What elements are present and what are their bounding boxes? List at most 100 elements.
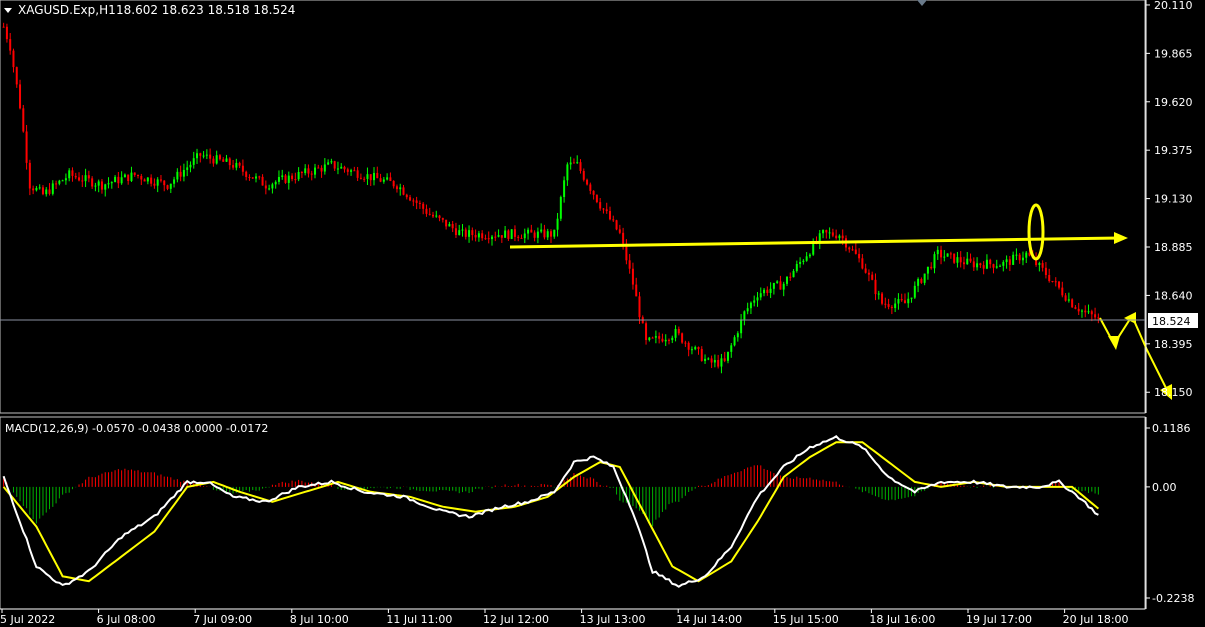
candle-body — [491, 236, 494, 240]
candle-body — [418, 202, 421, 204]
candle-body — [553, 229, 556, 237]
candle-body — [831, 232, 834, 236]
candle-body — [41, 187, 44, 195]
candle-body — [897, 299, 900, 304]
candle-body — [284, 175, 287, 183]
candle-body — [618, 229, 621, 233]
candle-body — [61, 180, 64, 182]
candle-body — [861, 258, 864, 269]
candle-body — [979, 263, 982, 266]
candle-body — [746, 308, 749, 312]
candle-body — [838, 235, 841, 239]
candle-body — [913, 285, 916, 298]
candle-body — [323, 164, 326, 172]
price-tick-label: 19.130 — [1154, 193, 1193, 206]
candle-body — [91, 178, 94, 187]
candle-body — [28, 162, 31, 189]
candle-body — [71, 170, 74, 176]
time-tick-label: 13 Jul 13:00 — [580, 613, 646, 626]
candle-body — [307, 168, 310, 174]
candle-body — [658, 336, 661, 339]
candle-body — [117, 176, 120, 184]
candle-body — [97, 181, 100, 186]
candle-body — [1071, 299, 1074, 308]
time-tick-label: 6 Jul 08:00 — [97, 613, 156, 626]
candle-body — [1005, 259, 1008, 263]
candle-body — [68, 170, 71, 179]
candle-body — [74, 175, 77, 178]
candle-body — [38, 187, 41, 189]
candle-body — [726, 351, 729, 361]
candle — [559, 195, 562, 222]
candle-body — [143, 179, 146, 182]
candle-body — [962, 262, 965, 265]
candle-body — [894, 303, 897, 309]
candle-body — [12, 50, 15, 68]
candle-body — [274, 181, 277, 185]
candle-body — [638, 296, 641, 318]
candle-body — [740, 319, 743, 334]
candle-body — [454, 228, 457, 235]
candle-body — [58, 180, 61, 184]
chart-canvas[interactable]: 20.110 19.865 19.620 19.375 19.130 18.885 18.6… — [0, 0, 1205, 627]
candle-body — [723, 358, 726, 361]
candle-body — [999, 265, 1002, 267]
candle-body — [825, 230, 828, 233]
candle-body — [373, 172, 376, 181]
candle-body — [930, 266, 933, 269]
price-tick-label: 18.150 — [1154, 386, 1193, 399]
macd-tick-label: -0.2238 — [1152, 592, 1194, 605]
candle-body — [19, 84, 22, 109]
candle-body — [209, 154, 212, 159]
candle-body — [468, 230, 471, 237]
candle-body — [294, 179, 297, 181]
candle-body — [1051, 281, 1054, 283]
candle-body — [936, 249, 939, 255]
macd-tick-label: 0.1186 — [1152, 422, 1191, 435]
candle-body — [64, 178, 67, 181]
candle-body — [78, 177, 81, 181]
candle-body — [776, 281, 779, 284]
candle-body — [504, 230, 507, 238]
candle-body — [736, 333, 739, 338]
time-tick-label: 18 Jul 16:00 — [869, 613, 935, 626]
time-tick-label: 12 Jul 12:00 — [483, 613, 549, 626]
candle-body — [664, 339, 667, 342]
candle-body — [1064, 295, 1067, 301]
candle-body — [461, 229, 464, 231]
candle-body — [133, 172, 136, 175]
candle-body — [615, 220, 618, 230]
candle-body — [543, 229, 546, 238]
candle — [953, 253, 956, 264]
time-tick-label: 14 Jul 14:00 — [676, 613, 742, 626]
candle-body — [1067, 299, 1070, 301]
candle-body — [110, 182, 113, 184]
price-tick-label: 18.395 — [1154, 338, 1193, 351]
candle-body — [835, 235, 838, 239]
candle-body — [366, 174, 369, 179]
candle — [510, 229, 513, 240]
candle-body — [648, 337, 651, 341]
candle-body — [222, 159, 225, 162]
candle-body — [235, 162, 238, 168]
candle-body — [32, 188, 35, 191]
candle-body — [137, 174, 140, 176]
candle-body — [264, 185, 267, 189]
candle-body — [392, 180, 395, 187]
candle-body — [48, 189, 51, 194]
candle-body — [697, 347, 700, 350]
candle-body — [327, 162, 330, 165]
candle-body — [336, 168, 339, 170]
candle-body — [343, 166, 346, 170]
time-tick-label: 11 Jul 11:00 — [386, 613, 452, 626]
candle-body — [81, 180, 84, 182]
candle-body — [946, 253, 949, 257]
candle-body — [1074, 307, 1077, 309]
macd-tick-label: 0.00 — [1152, 481, 1177, 494]
candle-body — [100, 181, 103, 190]
candle-body — [25, 131, 28, 163]
candle-body — [399, 187, 402, 190]
candle-body — [605, 209, 608, 212]
candle-body — [314, 167, 317, 175]
candle-body — [933, 254, 936, 269]
